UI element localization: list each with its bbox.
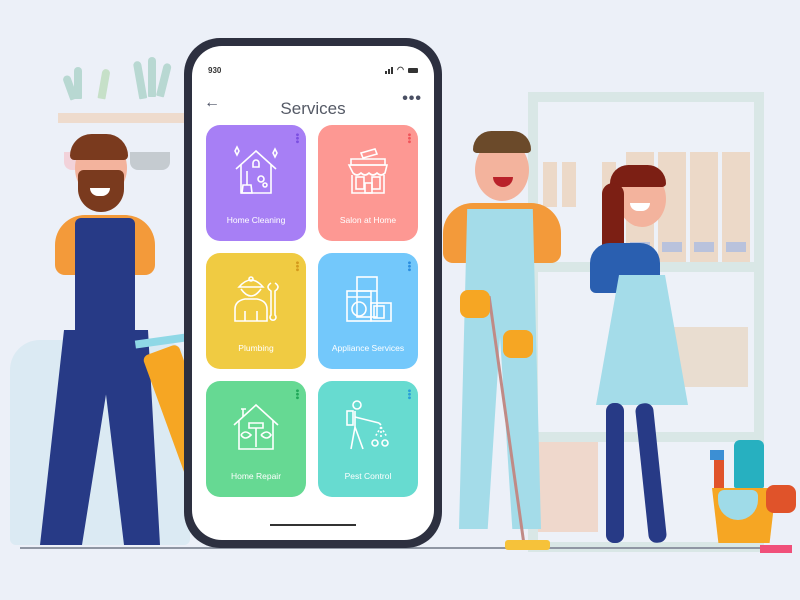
plumber-wrench-icon xyxy=(234,276,279,322)
appliances-icon xyxy=(346,276,392,322)
card-menu-icon[interactable]: ••• xyxy=(403,261,414,272)
worker-woman-apron xyxy=(568,165,698,555)
card-menu-icon[interactable]: ••• xyxy=(291,133,302,144)
card-menu-icon[interactable]: ••• xyxy=(403,389,414,400)
service-card-appliance-services[interactable]: ••• Appliance Services xyxy=(318,253,418,369)
worker-with-mop xyxy=(435,125,565,555)
service-label: Appliance Services xyxy=(331,343,405,353)
wifi-icon: ◠ xyxy=(397,65,404,74)
cleaning-supplies-bucket xyxy=(710,440,800,555)
pest-sprayer-icon xyxy=(346,400,389,450)
plants xyxy=(58,55,186,170)
house-broom-icon xyxy=(234,145,278,194)
phone-screen: 930 ◠ ← Services ••• ••• Home Cleaning •… xyxy=(192,46,434,540)
service-label: Pest Control xyxy=(344,471,392,481)
battery-icon xyxy=(408,67,418,73)
signal-icon xyxy=(385,66,394,74)
service-label: Salon at Home xyxy=(339,215,397,225)
card-menu-icon[interactable]: ••• xyxy=(403,133,414,144)
page-title: Services xyxy=(280,99,346,118)
card-menu-icon[interactable]: ••• xyxy=(291,389,302,400)
card-menu-icon[interactable]: ••• xyxy=(291,261,302,272)
salon-shop-icon xyxy=(347,148,389,194)
service-card-salon-at-home[interactable]: ••• Salon at Home xyxy=(318,125,418,241)
service-card-plumbing[interactable]: ••• Plumbing xyxy=(206,253,306,369)
more-options-icon[interactable]: ••• xyxy=(402,90,422,108)
smartphone: 930 ◠ ← Services ••• ••• Home Cleaning •… xyxy=(184,38,442,548)
house-tools-icon xyxy=(233,403,279,450)
home-indicator xyxy=(270,524,356,526)
nav-bar: ← Services ••• xyxy=(204,90,422,124)
service-card-home-repair[interactable]: ••• Home Repair xyxy=(206,381,306,497)
service-label: Home Repair xyxy=(230,471,282,481)
status-bar: 930 ◠ xyxy=(208,66,418,78)
services-grid: ••• Home Cleaning ••• Salon at Home ••• … xyxy=(206,125,418,497)
service-card-home-cleaning[interactable]: ••• Home Cleaning xyxy=(206,125,306,241)
service-label: Plumbing xyxy=(238,343,274,353)
service-label: Home Cleaning xyxy=(226,215,286,225)
service-card-pest-control[interactable]: ••• Pest Control xyxy=(318,381,418,497)
status-time: 930 xyxy=(208,66,222,75)
